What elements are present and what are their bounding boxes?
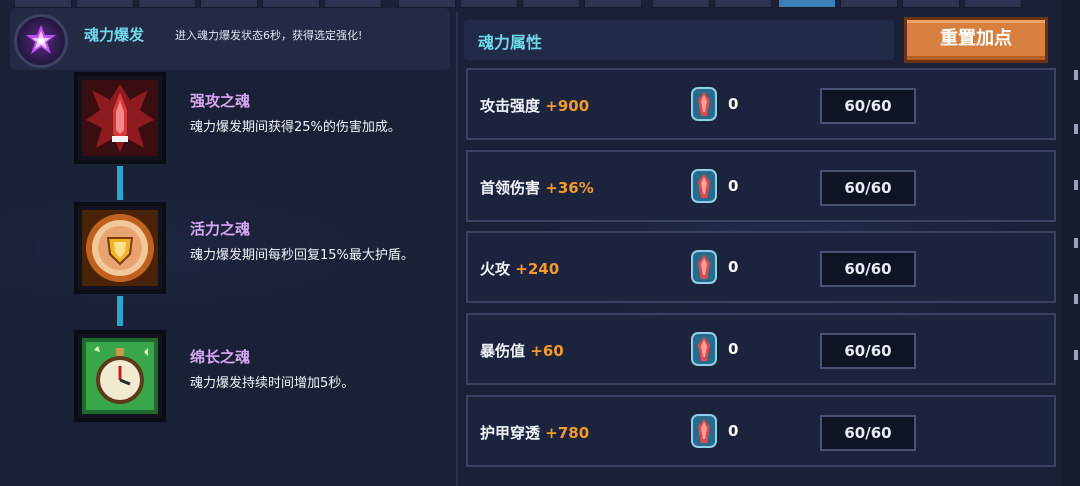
top-tab[interactable] — [902, 0, 960, 8]
top-tab[interactable] — [76, 0, 134, 8]
top-tab[interactable] — [460, 0, 518, 8]
soul-name: 绵长之魂 — [190, 348, 251, 366]
soul-connector — [117, 166, 123, 200]
soul-gem-icon — [691, 332, 717, 366]
attribute-row: 首领伤害 +36% 0 60/60 — [466, 150, 1056, 222]
soul-gem-icon — [691, 250, 717, 284]
top-tab[interactable] — [584, 0, 642, 8]
attribute-row: 护甲穿透 +780 0 60/60 — [466, 395, 1056, 467]
attribute-level[interactable]: 60/60 — [820, 415, 916, 451]
edge-mark — [1074, 124, 1078, 134]
green-clock-soul-icon[interactable] — [74, 330, 166, 422]
soul-gem-icon — [691, 87, 717, 121]
soul-connector — [117, 296, 123, 326]
edge-mark — [1074, 180, 1078, 190]
gem-count: 0 — [728, 422, 739, 440]
top-tab[interactable] — [262, 0, 320, 8]
attribute-bonus: +780 — [545, 424, 590, 442]
soul-name: 强攻之魂 — [190, 92, 251, 110]
top-tab[interactable] — [138, 0, 196, 8]
attribute-level[interactable]: 60/60 — [820, 251, 916, 287]
right-edge-strip — [1062, 0, 1080, 486]
attribute-row: 火攻 +240 0 60/60 — [466, 231, 1056, 303]
top-tab[interactable] — [840, 0, 898, 8]
soul-description: 魂力爆发期间获得25%的伤害加成。 — [190, 120, 401, 135]
edge-mark — [1074, 238, 1078, 248]
attribute-name: 暴伤值 +60 — [480, 342, 564, 360]
red-attack-soul-icon[interactable] — [74, 72, 166, 164]
attribute-row: 攻击强度 +900 0 60/60 — [466, 68, 1056, 140]
attribute-name: 护甲穿透 +780 — [480, 424, 590, 442]
reset-points-button[interactable]: 重置加点 — [904, 17, 1048, 63]
attribute-bonus: +36% — [545, 179, 594, 197]
attribute-bonus: +900 — [545, 97, 590, 115]
skill-title: 魂力爆发 — [84, 26, 145, 44]
edge-mark — [1074, 294, 1078, 304]
top-tab-active[interactable] — [778, 0, 836, 8]
top-tab[interactable] — [964, 0, 1022, 8]
gem-count: 0 — [728, 340, 739, 358]
attributes-title: 魂力属性 — [478, 33, 543, 52]
soul-gem-icon — [691, 414, 717, 448]
top-tab[interactable] — [714, 0, 772, 8]
panel-divider — [456, 12, 458, 486]
soul-burst-emblem-icon — [14, 14, 68, 68]
top-tab[interactable] — [652, 0, 710, 8]
skill-description: 进入魂力爆发状态6秒，获得选定强化! — [175, 29, 363, 42]
top-tab[interactable] — [398, 0, 456, 8]
attribute-bonus: +60 — [530, 342, 564, 360]
top-tab[interactable] — [14, 0, 72, 8]
attribute-row: 暴伤值 +60 0 60/60 — [466, 313, 1056, 385]
attribute-name: 攻击强度 +900 — [480, 97, 590, 115]
soul-description: 魂力爆发期间每秒回复15%最大护盾。 — [190, 248, 414, 263]
top-tab[interactable] — [522, 0, 580, 8]
soul-name: 活力之魂 — [190, 220, 251, 238]
edge-mark — [1074, 70, 1078, 80]
attribute-name: 火攻 +240 — [480, 260, 560, 278]
gem-count: 0 — [728, 177, 739, 195]
attribute-name: 首领伤害 +36% — [480, 179, 594, 197]
attribute-level[interactable]: 60/60 — [820, 170, 916, 206]
gem-count: 0 — [728, 95, 739, 113]
gold-shield-soul-icon[interactable] — [74, 202, 166, 294]
attribute-level[interactable]: 60/60 — [820, 88, 916, 124]
attribute-level[interactable]: 60/60 — [820, 333, 916, 369]
edge-mark — [1074, 350, 1078, 360]
soul-gem-icon — [691, 169, 717, 203]
top-tab[interactable] — [200, 0, 258, 8]
top-tab-bar — [0, 0, 1080, 8]
gem-count: 0 — [728, 258, 739, 276]
soul-description: 魂力爆发持续时间增加5秒。 — [190, 376, 355, 391]
attribute-bonus: +240 — [515, 260, 560, 278]
top-tab[interactable] — [324, 0, 382, 8]
